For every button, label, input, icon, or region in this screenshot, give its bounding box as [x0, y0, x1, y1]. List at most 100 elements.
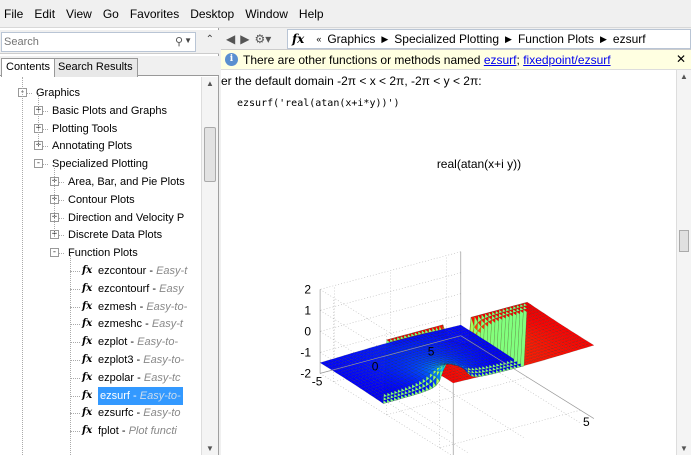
- tree-item-label[interactable]: ezplot - Easy-to-: [98, 333, 178, 351]
- tree-item[interactable]: fx ezcontourf - Easy: [0, 280, 201, 298]
- breadcrumb-item[interactable]: Specialized Plotting: [394, 32, 499, 46]
- search-icon[interactable]: ⚲: [175, 35, 183, 48]
- scroll-up-icon[interactable]: ▲: [206, 79, 214, 88]
- scroll-thumb[interactable]: [204, 127, 216, 182]
- tree-item-label[interactable]: Function Plots: [68, 244, 138, 262]
- info-link-fixedpoint[interactable]: fixedpoint/ezsurf: [523, 53, 610, 67]
- tree-item-label[interactable]: ezpolar - Easy-tc: [98, 369, 181, 387]
- content-scrollbar[interactable]: ▲ ▼: [676, 70, 691, 455]
- help-navigator: ⚲ ▼ ⌃ Contents Search Results -Graphics+…: [0, 28, 219, 455]
- collapse-icon[interactable]: -: [50, 248, 59, 258]
- function-icon: fx: [82, 318, 93, 330]
- function-icon: fx: [82, 371, 93, 383]
- menu-file[interactable]: File: [4, 7, 23, 21]
- tree-connector: [70, 413, 80, 415]
- tree-item-desc: Easy-t: [151, 318, 183, 331]
- tree-item[interactable]: + Basic Plots and Graphs: [0, 102, 201, 120]
- menu-help[interactable]: Help: [299, 7, 324, 21]
- scroll-thumb[interactable]: [679, 230, 689, 252]
- tree-item[interactable]: fx ezplot3 - Easy-to-: [0, 351, 201, 369]
- gear-icon[interactable]: ⚙▾: [254, 32, 271, 46]
- tree-item-desc: Easy-t: [156, 265, 188, 277]
- tree-item-label[interactable]: Direction and Velocity P: [68, 209, 184, 227]
- tree-item-label[interactable]: ezcontour - Easy-t: [98, 262, 187, 280]
- tree-item-label[interactable]: Area, Bar, and Pie Plots: [68, 173, 185, 191]
- tree-item-text: Basic Plots and Graphs: [52, 104, 167, 117]
- close-icon[interactable]: ✕: [676, 52, 686, 66]
- tab-contents[interactable]: Contents: [1, 58, 56, 77]
- scroll-down-icon[interactable]: ▼: [206, 444, 214, 453]
- tree-item[interactable]: fx ezcontour - Easy-t: [0, 262, 201, 280]
- tree-item[interactable]: fx fplot - Plot functi: [0, 422, 201, 440]
- collapse-icon[interactable]: -: [34, 159, 43, 169]
- tree-item[interactable]: + Area, Bar, and Pie Plots: [0, 173, 201, 191]
- tree-item-desc: Easy-to-: [143, 354, 185, 366]
- tree-item-text: ezpolar: [98, 371, 135, 384]
- y-tick-label: 5: [428, 345, 435, 359]
- collapse-icon[interactable]: ⌃: [206, 34, 214, 45]
- tree-item-label[interactable]: Plotting Tools: [52, 120, 117, 138]
- tree-item-label[interactable]: Basic Plots and Graphs: [52, 102, 167, 120]
- tree-item[interactable]: - Graphics: [0, 84, 201, 102]
- tree-item-text: Annotating Plots: [52, 140, 133, 153]
- scroll-down-icon[interactable]: ▼: [680, 444, 688, 453]
- tree-item-desc: Plot functi: [128, 425, 177, 438]
- tree-item-label[interactable]: ezplot3 - Easy-to-: [98, 351, 184, 369]
- tree-item-text: ezsurf: [100, 389, 130, 402]
- scroll-up-icon[interactable]: ▲: [680, 72, 688, 81]
- menu-view[interactable]: View: [66, 7, 92, 21]
- tree-item[interactable]: fx ezmesh - Easy-to-: [0, 298, 201, 316]
- tree-item[interactable]: fx ezsurfc - Easy-to: [0, 404, 201, 422]
- menu-desktop[interactable]: Desktop: [190, 7, 234, 21]
- menu-go[interactable]: Go: [103, 7, 119, 21]
- tree-item-sep: -: [127, 336, 138, 349]
- breadcrumb-item[interactable]: Function Plots: [518, 32, 594, 46]
- tree-item[interactable]: fx ezplot - Easy-to-: [0, 333, 201, 351]
- breadcrumb-item[interactable]: Graphics: [327, 32, 375, 46]
- tree-item-label[interactable]: ezsurf - Easy-to-: [98, 386, 183, 405]
- info-link-ezsurf[interactable]: ezsurf: [484, 53, 517, 67]
- tree-item-label[interactable]: Discrete Data Plots: [68, 226, 162, 244]
- search-box[interactable]: ⚲ ▼: [1, 32, 196, 52]
- tree-item-label[interactable]: ezmeshc - Easy-t: [98, 315, 183, 333]
- back-icon[interactable]: ◀: [226, 32, 235, 46]
- tree-item[interactable]: fx ezsurf - Easy-to-: [0, 386, 201, 405]
- tree-item[interactable]: + Discrete Data Plots: [0, 226, 201, 244]
- tree-item-label[interactable]: Contour Plots: [68, 191, 135, 209]
- tree-item-label[interactable]: Specialized Plotting: [52, 155, 148, 173]
- x-tick-label: 5: [583, 415, 590, 429]
- tree-item-label[interactable]: Graphics: [36, 84, 80, 102]
- tree-item-label[interactable]: ezmesh - Easy-to-: [98, 298, 187, 316]
- tree-item[interactable]: fx ezpolar - Easy-tc: [0, 369, 201, 387]
- tree-item-label[interactable]: ezcontourf - Easy: [98, 280, 184, 298]
- forward-icon[interactable]: ▶: [240, 32, 249, 46]
- breadcrumb-back-icon[interactable]: «: [316, 34, 321, 44]
- tree-item[interactable]: fx ezmeshc - Easy-t: [0, 315, 201, 333]
- function-icon: fx: [82, 300, 93, 312]
- menu-bar: File Edit View Go Favorites Desktop Window Help: [0, 0, 691, 28]
- help-browser: ◀ ▶ ⚙▾ fx « Graphics ▶ Specialized Plottin…: [221, 28, 691, 455]
- tab-search-results[interactable]: Search Results: [53, 58, 138, 77]
- chevron-down-icon[interactable]: ▼: [184, 36, 192, 45]
- tree-item-sep: -: [146, 265, 157, 277]
- tree-item-text: ezsurfc: [98, 407, 134, 420]
- tree-item-label[interactable]: ezsurfc - Easy-to: [98, 404, 181, 422]
- menu-favorites[interactable]: Favorites: [130, 7, 179, 21]
- tree-item[interactable]: - Function Plots: [0, 244, 201, 262]
- tree-item[interactable]: - Specialized Plotting: [0, 155, 201, 173]
- tree-connector: [70, 395, 80, 397]
- breadcrumb-item[interactable]: ezsurf: [613, 32, 646, 46]
- tree-scrollbar[interactable]: ▲ ▼: [201, 77, 218, 455]
- tree-item[interactable]: + Contour Plots: [0, 191, 201, 209]
- menu-edit[interactable]: Edit: [34, 7, 55, 21]
- search-input[interactable]: [2, 34, 162, 50]
- tree-item-label[interactable]: fplot - Plot functi: [98, 422, 177, 440]
- menu-window[interactable]: Window: [245, 7, 288, 21]
- function-icon: fx: [82, 336, 93, 348]
- tree-item[interactable]: + Direction and Velocity P: [0, 209, 201, 227]
- tree-item[interactable]: + Plotting Tools: [0, 120, 201, 138]
- z-tick-label: -2: [300, 366, 311, 380]
- tree-item[interactable]: + Annotating Plots: [0, 137, 201, 155]
- info-sep: ;: [516, 52, 520, 67]
- tree-item-label[interactable]: Annotating Plots: [52, 137, 132, 155]
